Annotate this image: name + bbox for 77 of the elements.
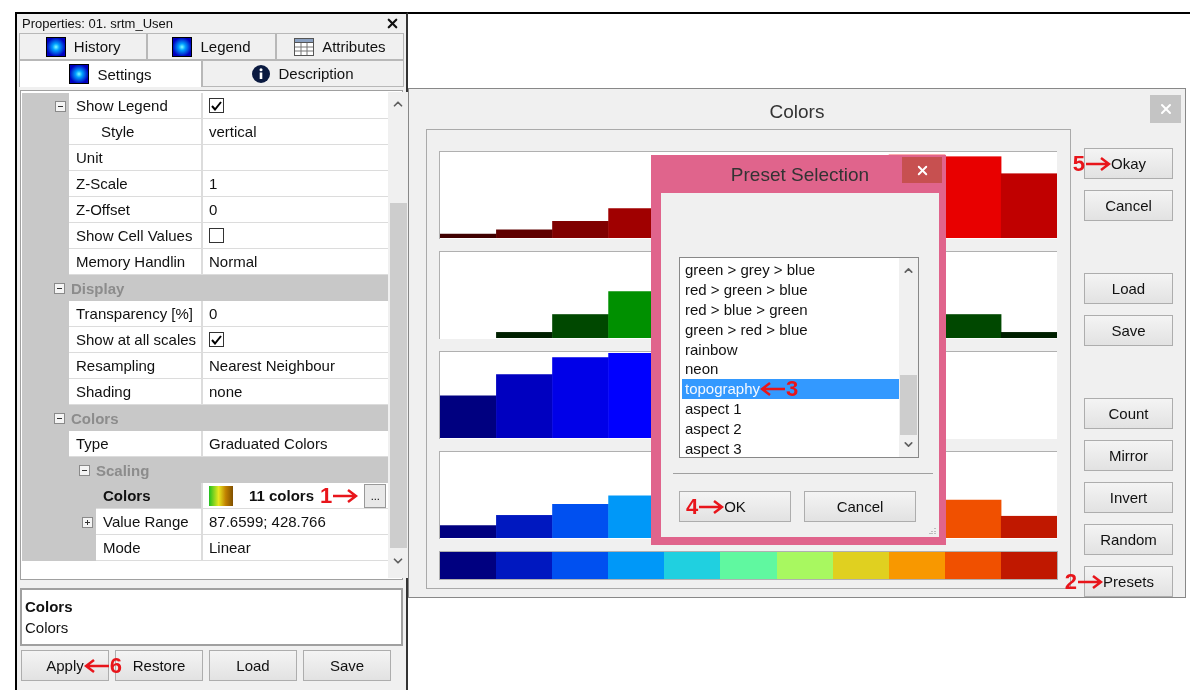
description-title: Colors (25, 598, 74, 615)
dialog-button[interactable]: Cancel (804, 491, 916, 522)
expand-icon[interactable] (82, 516, 93, 528)
table-icon (294, 37, 315, 56)
colors-count: 11 colors (249, 487, 315, 504)
close-button[interactable] (902, 157, 942, 183)
list-item[interactable]: neon (682, 359, 899, 379)
panel-title: Properties: 01. srtm_Usen (22, 16, 173, 31)
dialog-button[interactable]: Count (1084, 398, 1173, 429)
checkbox[interactable] (209, 332, 224, 347)
scrollbar-thumb[interactable] (900, 375, 917, 435)
category-label: Scaling (96, 461, 150, 479)
list-item[interactable]: aspect 3 (682, 438, 899, 458)
category-label: Display (71, 279, 125, 297)
list-item[interactable]: rainbow (682, 339, 899, 359)
dialog-button[interactable]: Cancel (1084, 190, 1173, 221)
collapse-icon[interactable] (54, 282, 65, 294)
dialog-button[interactable]: Invert (1084, 482, 1173, 513)
list-item[interactable]: aspect 2 (682, 418, 899, 439)
list-item[interactable]: red > blue > green (682, 299, 899, 320)
dialog-button[interactable]: Okay (1084, 148, 1173, 179)
dialog-button[interactable]: Save (1084, 315, 1173, 346)
square-icon (69, 64, 90, 84)
color-swatch[interactable] (1000, 552, 1058, 579)
dialog-button[interactable]: Mirror (1084, 440, 1173, 471)
property-value[interactable]: 11 colors 1 ... (201, 483, 389, 509)
panel-button[interactable]: Load (209, 650, 297, 681)
list-item[interactable]: aspect 1 (682, 398, 899, 419)
scrollbar[interactable] (388, 92, 409, 578)
dialog-title: Colors (769, 101, 825, 123)
color-swatch[interactable] (664, 552, 721, 579)
collapse-icon[interactable] (79, 464, 90, 476)
list-item[interactable]: red > green > blue (682, 279, 899, 300)
callout-number: 5 (1072, 152, 1085, 175)
info-icon (252, 64, 271, 83)
description-text: Colors (25, 619, 70, 636)
collapse-icon[interactable] (54, 412, 65, 424)
tab[interactable]: Legend (147, 33, 276, 60)
square-icon (172, 36, 193, 57)
color-swatch[interactable] (944, 552, 1001, 579)
dialog-title: Preset Selection (730, 164, 870, 186)
tab[interactable]: History (19, 33, 148, 60)
scrollbar[interactable] (899, 258, 918, 457)
close-icon[interactable] (385, 16, 400, 31)
dialog-button[interactable]: Presets (1084, 566, 1173, 597)
color-swatch[interactable] (888, 552, 945, 579)
close-button[interactable] (1150, 95, 1181, 123)
square-icon (45, 36, 66, 57)
callout-number: 3 (786, 377, 799, 400)
resize-grip-icon[interactable] (929, 527, 937, 535)
callout-number: 2 (1064, 570, 1078, 593)
checkbox[interactable] (209, 228, 224, 243)
color-swatch[interactable] (720, 552, 777, 579)
category-label: Colors (71, 409, 119, 427)
color-swatch[interactable] (608, 552, 665, 579)
property-name[interactable]: Colors (96, 483, 201, 509)
color-swatch[interactable] (552, 552, 609, 579)
dialog-button[interactable]: Load (1084, 273, 1173, 304)
checkbox[interactable] (209, 98, 224, 113)
panel-button[interactable]: Apply (21, 650, 109, 681)
scrollbar-thumb[interactable] (389, 203, 407, 548)
dialog-button[interactable]: Random (1084, 524, 1173, 555)
color-swatch[interactable] (776, 552, 833, 579)
callout-number: 4 (685, 495, 699, 518)
collapse-icon[interactable] (55, 100, 66, 112)
tab[interactable]: Description (202, 60, 404, 87)
histogram-bar (1000, 173, 1057, 238)
color-swatch[interactable] (832, 552, 889, 579)
callout-number: 1 (320, 484, 333, 507)
tab[interactable]: Attributes (275, 33, 404, 60)
tab[interactable]: Settings (19, 60, 202, 87)
list-item[interactable]: green > grey > blue (682, 260, 899, 280)
list-item[interactable]: green > red > blue (682, 319, 899, 340)
browse-button[interactable]: ... (364, 483, 387, 508)
color-swatch[interactable] (496, 552, 553, 579)
panel-button[interactable]: Save (303, 650, 391, 681)
color-swatch[interactable] (440, 552, 497, 579)
